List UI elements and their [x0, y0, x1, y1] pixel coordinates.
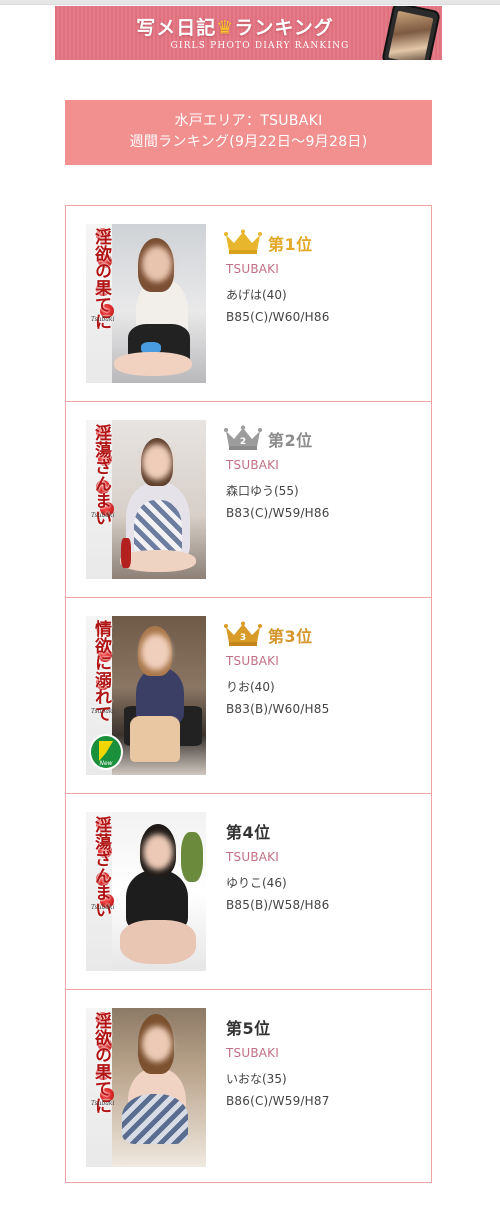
girl-name[interactable]: ゆりこ(46)	[226, 874, 287, 891]
girl-measurements: B85(B)/W58/H86	[226, 898, 330, 912]
gold-crown-icon	[224, 229, 262, 254]
ranking-item-4[interactable]: 淫蕩ざんまい Tsubaki 第4位 TSUBAKI ゆりこ(46) B85(B…	[66, 794, 431, 990]
banner-title: 写メ日記♛ランキング	[136, 17, 334, 39]
area-shop-title: 水戸エリア：TSUBAKI	[174, 113, 323, 129]
svg-text:2: 2	[240, 437, 246, 447]
girl-photo[interactable]: 情欲に溺れて Tsubaki New	[86, 616, 206, 775]
photo-shop-logo: Tsubaki	[91, 904, 115, 911]
ranking-item-1[interactable]: 淫欲の果てに Tsubaki 第1位 TSUBAKI あげは(40) B85(C…	[66, 206, 431, 402]
girl-photo[interactable]: 淫蕩ざんまい Tsubaki	[86, 812, 206, 971]
svg-text:3: 3	[240, 633, 246, 643]
girl-name[interactable]: いおな(35)	[226, 1070, 287, 1087]
shop-name-link[interactable]: TSUBAKI	[226, 850, 279, 864]
ranking-item-5[interactable]: 淫欲の果てに Tsubaki 第5位 TSUBAKI いおな(35) B86(C…	[66, 990, 431, 1186]
girl-measurements: B83(C)/W59/H86	[226, 506, 330, 520]
ranking-list: 淫欲の果てに Tsubaki 第1位 TSUBAKI あげは(40) B85(C…	[65, 205, 432, 1183]
rank-label: 第3位	[268, 627, 313, 646]
girl-photo[interactable]: 淫欲の果てに Tsubaki	[86, 1008, 206, 1167]
ranking-item-2[interactable]: 淫蕩ざんまい Tsubaki 2 第2位 TSUBAKI 森口ゆう(55) B8…	[66, 402, 431, 598]
girl-name[interactable]: 森口ゆう(55)	[226, 482, 299, 499]
shop-name-link[interactable]: TSUBAKI	[226, 654, 279, 668]
shop-name-link[interactable]: TSUBAKI	[226, 458, 279, 472]
bronze-crown-icon: 3	[224, 621, 262, 646]
photo-caption: 淫蕩ざんまい	[91, 424, 111, 526]
ranking-item-3[interactable]: 情欲に溺れて Tsubaki New 3 第3位 TSUBAKI りお(40) …	[66, 598, 431, 794]
photo-shop-logo: Tsubaki	[91, 708, 115, 715]
shop-name-link[interactable]: TSUBAKI	[226, 262, 279, 276]
photo-caption: 淫欲の果てに	[91, 228, 111, 330]
rank-label: 第1位	[268, 235, 313, 254]
banner-subtitle: GIRLS PHOTO DIARY RANKING	[170, 41, 350, 51]
rank-label: 第4位	[226, 823, 271, 842]
girl-measurements: B83(B)/W60/H85	[226, 702, 330, 716]
girl-measurements: B85(C)/W60/H86	[226, 310, 330, 324]
smartphone-icon	[381, 6, 441, 60]
photo-shop-logo: Tsubaki	[91, 316, 115, 323]
ranking-heading: 水戸エリア：TSUBAKI 週間ランキング(9月22日〜9月28日)	[65, 100, 432, 165]
girl-measurements: B86(C)/W59/H87	[226, 1094, 330, 1108]
girl-name[interactable]: りお(40)	[226, 678, 275, 695]
girl-photo[interactable]: 淫蕩ざんまい Tsubaki	[86, 420, 206, 579]
photo-shop-logo: Tsubaki	[91, 512, 115, 519]
rank-label: 第2位	[268, 431, 313, 450]
girl-photo[interactable]: 淫欲の果てに Tsubaki	[86, 224, 206, 383]
new-badge-icon: New	[89, 734, 123, 770]
photo-diary-ranking-banner[interactable]: 写メ日記♛ランキング GIRLS PHOTO DIARY RANKING	[55, 6, 442, 60]
crown-icon: ♛	[216, 17, 235, 39]
top-divider	[0, 0, 500, 5]
photo-shop-logo: Tsubaki	[91, 1100, 115, 1107]
photo-caption: 淫欲の果てに	[91, 1012, 111, 1114]
photo-caption: 情欲に溺れて	[91, 620, 111, 722]
photo-caption: 淫蕩ざんまい	[91, 816, 111, 918]
shop-name-link[interactable]: TSUBAKI	[226, 1046, 279, 1060]
ranking-period: 週間ランキング(9月22日〜9月28日)	[129, 134, 368, 150]
silver-crown-icon: 2	[224, 425, 262, 450]
rank-label: 第5位	[226, 1019, 271, 1038]
girl-name[interactable]: あげは(40)	[226, 286, 287, 303]
